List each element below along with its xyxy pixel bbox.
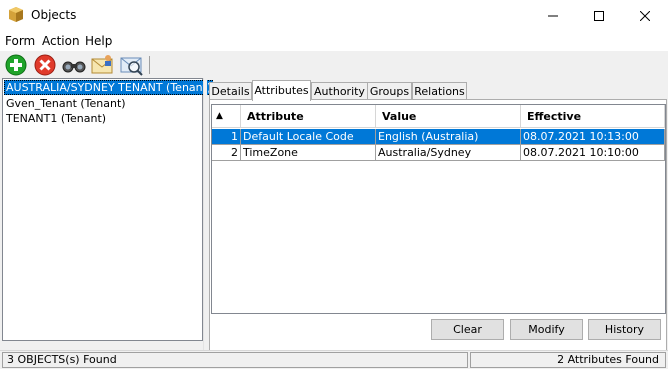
add-button[interactable] — [4, 53, 28, 77]
delete-button[interactable] — [33, 53, 57, 77]
row-number: 1 — [212, 129, 241, 145]
maximize-icon — [594, 10, 604, 21]
tree-item-gven-tenant[interactable]: Gven_Tenant (Tenant) — [4, 96, 128, 111]
object-tree[interactable]: AUSTRALIA/SYDNEY TENANT (Tenant) Gven_Te… — [2, 78, 214, 341]
clear-button[interactable]: Clear — [431, 319, 504, 340]
menu-bar: Form Action Help — [0, 31, 668, 51]
minimize-button[interactable] — [530, 0, 576, 31]
modify-button[interactable]: Modify — [510, 319, 583, 340]
cell-attribute[interactable]: Default Locale Code — [241, 129, 376, 145]
maximize-button[interactable] — [576, 0, 622, 31]
delete-icon — [34, 54, 56, 76]
tab-groups[interactable]: Groups — [367, 82, 412, 100]
menu-help[interactable]: Help — [85, 34, 112, 48]
window-title: Objects — [31, 8, 77, 22]
history-button[interactable]: History — [588, 319, 661, 340]
tab-attributes[interactable]: Attributes — [252, 80, 311, 101]
table-row[interactable]: 2 TimeZone Australia/Sydney 08.07.2021 1… — [212, 145, 665, 161]
menu-action[interactable]: Action — [42, 34, 80, 48]
cell-value[interactable]: Australia/Sydney — [376, 145, 521, 161]
panel-splitter[interactable] — [203, 78, 207, 350]
cell-effective[interactable]: 08.07.2021 10:13:00 — [521, 129, 665, 145]
cell-effective[interactable]: 08.07.2021 10:10:00 — [521, 145, 665, 161]
close-button[interactable] — [622, 0, 668, 31]
column-header-attribute[interactable]: Attribute — [241, 105, 376, 128]
status-attributes-found: 2 Attributes Found — [470, 352, 666, 368]
menu-form[interactable]: Form — [5, 34, 35, 48]
toolbar-separator — [149, 56, 150, 74]
send-to-user-button[interactable] — [91, 53, 115, 77]
minimize-icon — [548, 15, 558, 16]
status-objects-found: 3 OBJECTS(s) Found — [2, 352, 468, 368]
table-row[interactable]: 1 Default Locale Code English (Australia… — [212, 129, 665, 145]
tab-details[interactable]: Details — [209, 82, 252, 100]
cube-icon — [9, 7, 23, 22]
find-button[interactable] — [62, 53, 86, 77]
toolbar — [0, 51, 668, 78]
envelope-person-icon — [91, 55, 113, 74]
tree-item-australia-sydney-tenant[interactable]: AUSTRALIA/SYDNEY TENANT (Tenant) — [4, 80, 214, 95]
title-bar: Objects — [0, 0, 668, 31]
attributes-panel: ▲ Attribute Value Effective 1 Default Lo… — [209, 99, 667, 351]
column-header-effective[interactable]: Effective — [521, 105, 665, 128]
status-bar: 3 OBJECTS(s) Found 2 Attributes Found — [0, 350, 668, 369]
tab-authority[interactable]: Authority — [311, 82, 368, 100]
tab-relations[interactable]: Relations — [412, 82, 467, 100]
attributes-grid[interactable]: ▲ Attribute Value Effective 1 Default Lo… — [211, 104, 666, 314]
close-icon — [640, 10, 650, 21]
cell-attribute[interactable]: TimeZone — [241, 145, 376, 161]
cell-value[interactable]: English (Australia) — [376, 129, 521, 145]
add-icon — [5, 54, 27, 76]
sort-indicator[interactable]: ▲ — [212, 105, 241, 128]
row-number: 2 — [212, 145, 241, 161]
binoculars-icon — [62, 61, 86, 73]
search-mail-button[interactable] — [120, 53, 144, 77]
column-header-value[interactable]: Value — [376, 105, 521, 128]
tree-item-tenant1[interactable]: TENANT1 (Tenant) — [4, 111, 108, 126]
envelope-search-icon — [120, 57, 143, 76]
